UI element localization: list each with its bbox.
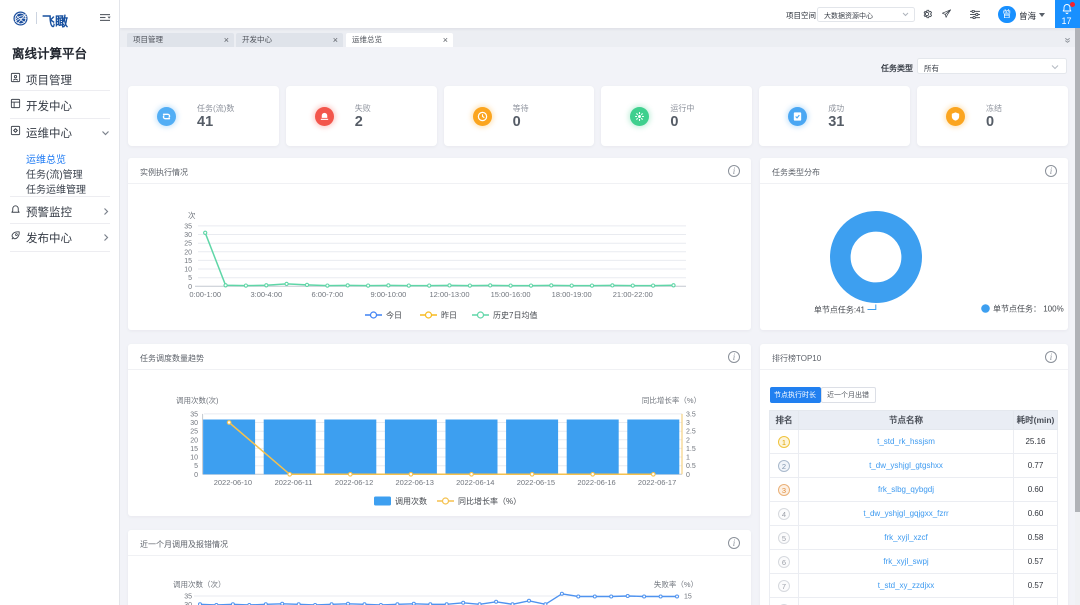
- svg-text:2: 2: [686, 437, 690, 444]
- svg-text:2022-06-11: 2022-06-11: [275, 478, 313, 487]
- svg-text:30: 30: [184, 232, 192, 239]
- svg-text:0:00-1:00: 0:00-1:00: [189, 290, 221, 299]
- svg-text:0.5: 0.5: [686, 463, 696, 470]
- svg-text:2022-06-12: 2022-06-12: [335, 478, 373, 487]
- svg-text:次: 次: [188, 210, 196, 220]
- svg-text:20: 20: [190, 437, 198, 444]
- svg-text:调用次数（次）: 调用次数（次）: [173, 579, 226, 589]
- svg-text:2022-06-10: 2022-06-10: [214, 478, 252, 487]
- svg-text:10: 10: [184, 267, 192, 274]
- svg-text:25: 25: [184, 241, 192, 248]
- svg-text:15: 15: [684, 594, 692, 601]
- svg-text:35: 35: [190, 411, 198, 418]
- svg-text:同比增长率（%）: 同比增长率（%）: [642, 395, 701, 405]
- svg-text:3.5: 3.5: [686, 411, 696, 418]
- svg-text:30: 30: [190, 420, 198, 427]
- svg-text:同比增长率（%）: 同比增长率（%）: [458, 496, 521, 506]
- svg-text:1.5: 1.5: [686, 446, 696, 453]
- svg-text:调用次数: 调用次数: [395, 496, 427, 506]
- svg-text:20: 20: [184, 249, 192, 256]
- svg-text:2022-06-13: 2022-06-13: [396, 478, 434, 487]
- svg-text:18:00-19:00: 18:00-19:00: [552, 290, 592, 299]
- svg-text:3:00-4:00: 3:00-4:00: [250, 290, 282, 299]
- svg-text:21:00-22:00: 21:00-22:00: [613, 290, 653, 299]
- svg-text:2022-06-16: 2022-06-16: [577, 478, 615, 487]
- svg-text:2022-06-14: 2022-06-14: [456, 478, 494, 487]
- svg-text:35: 35: [184, 223, 192, 230]
- svg-text:15: 15: [190, 446, 198, 453]
- svg-text:2.5: 2.5: [686, 429, 696, 436]
- svg-text:单节点任务:41: 单节点任务:41: [814, 305, 866, 315]
- svg-text:2022-06-17: 2022-06-17: [638, 478, 676, 487]
- svg-text:0: 0: [194, 472, 198, 479]
- svg-text:6:00-7:00: 6:00-7:00: [312, 290, 344, 299]
- svg-text:0: 0: [686, 472, 690, 479]
- svg-text:调用次数(次): 调用次数(次): [176, 395, 219, 405]
- svg-text:单节点任务： 100%: 单节点任务： 100%: [993, 304, 1064, 314]
- svg-text:今日: 今日: [386, 310, 402, 320]
- svg-text:15:00-16:00: 15:00-16:00: [491, 290, 531, 299]
- svg-text:35: 35: [184, 594, 192, 601]
- svg-text:9:00-10:00: 9:00-10:00: [370, 290, 406, 299]
- svg-text:5: 5: [194, 463, 198, 470]
- svg-text:1: 1: [686, 455, 690, 462]
- svg-text:3: 3: [686, 420, 690, 427]
- svg-text:5: 5: [188, 275, 192, 282]
- svg-text:昨日: 昨日: [441, 310, 457, 320]
- svg-text:失败率（%）: 失败率（%）: [654, 579, 698, 589]
- svg-text:10: 10: [190, 455, 198, 462]
- svg-text:25: 25: [190, 429, 198, 436]
- svg-text:12:00-13:00: 12:00-13:00: [429, 290, 469, 299]
- svg-text:15: 15: [184, 258, 192, 265]
- svg-text:历史7日均值: 历史7日均值: [493, 310, 537, 320]
- svg-text:2022-06-15: 2022-06-15: [517, 478, 555, 487]
